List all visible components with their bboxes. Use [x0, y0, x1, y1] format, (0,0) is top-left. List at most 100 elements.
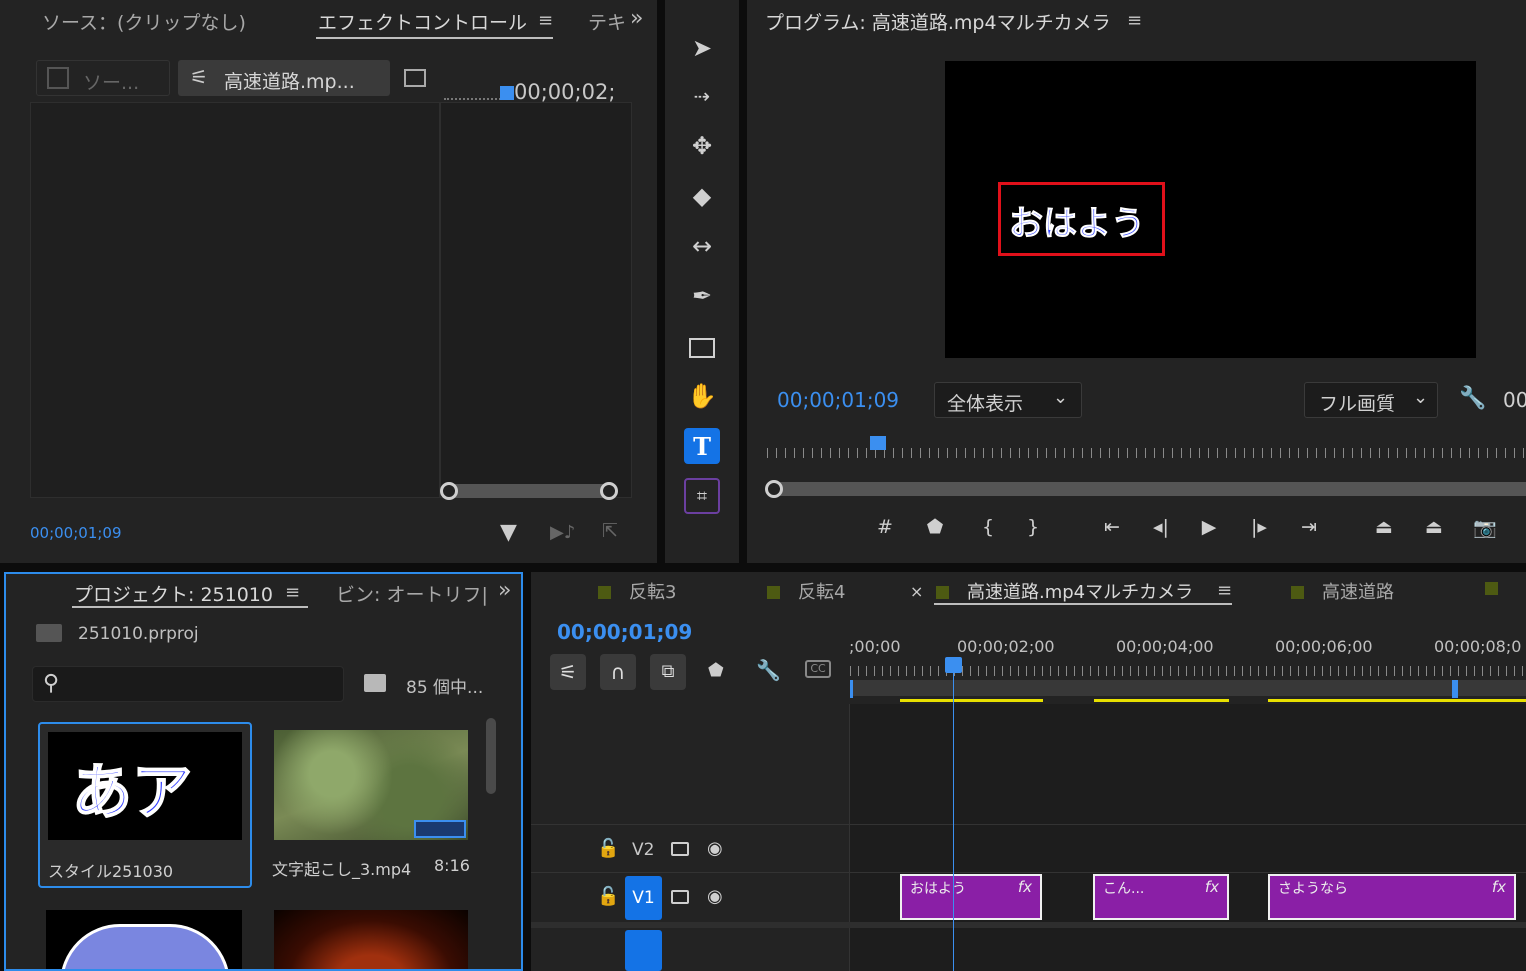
- remix-tool-icon[interactable]: ⌗: [684, 478, 720, 514]
- settings-wrench-icon[interactable]: 🔧: [1459, 386, 1486, 411]
- pen-tool-icon[interactable]: ✒: [684, 278, 720, 314]
- hand-tool-icon[interactable]: ✋: [684, 378, 720, 414]
- project-item-video[interactable]: 文字起こし_3.mp4 8:16: [268, 722, 482, 888]
- track-label-v1[interactable]: V1: [625, 876, 662, 920]
- export-frame-camera-icon[interactable]: 📷: [1470, 512, 1500, 542]
- tab-bin[interactable]: ビン: オートリフ|: [336, 580, 488, 607]
- close-tab-icon[interactable]: ×: [910, 582, 923, 601]
- subtab-clip[interactable]: ⚟ 高速道路.mp...: [178, 60, 390, 96]
- clip[interactable]: こん... fx: [1093, 874, 1229, 920]
- type-tool-icon[interactable]: T: [684, 428, 720, 464]
- fx-badge: fx: [1491, 878, 1506, 896]
- timeline-playhead[interactable]: [945, 657, 962, 673]
- work-area-bar[interactable]: [850, 680, 1526, 696]
- selection-tool-icon[interactable]: ➤: [684, 30, 720, 66]
- overflow-icon[interactable]: »: [498, 578, 511, 603]
- find-bin-icon[interactable]: [364, 674, 386, 692]
- zoom-value: 全体表示: [947, 393, 1024, 415]
- bin-up-icon[interactable]: [36, 624, 62, 642]
- sequence-tab-5[interactable]: [1485, 582, 1498, 595]
- play-icon[interactable]: ▶: [1194, 512, 1224, 542]
- render-bar-3: [1268, 699, 1526, 702]
- overlay-text[interactable]: おはよう: [1009, 196, 1146, 245]
- sequence-tab-3[interactable]: 高速道路.mp4マルチカメラ: [936, 578, 1193, 604]
- program-scrollbar[interactable]: [773, 482, 1526, 496]
- sync-lock-icon[interactable]: [671, 890, 689, 904]
- mini-playhead[interactable]: [500, 86, 514, 100]
- add-marker-icon[interactable]: ⬟: [708, 660, 724, 681]
- fx-badge: fx: [1204, 878, 1219, 896]
- search-input[interactable]: ⚲: [32, 666, 344, 702]
- clip[interactable]: さようなら fx: [1268, 874, 1516, 920]
- toggle-timeline-icon[interactable]: [404, 69, 426, 87]
- active-tab-underline: [934, 603, 1232, 605]
- clip[interactable]: おはよう fx: [900, 874, 1042, 920]
- work-area-out-marker[interactable]: [1452, 680, 1458, 698]
- export-icon[interactable]: ⇱: [602, 520, 618, 542]
- work-area-in-marker[interactable]: [850, 680, 853, 698]
- lift-icon[interactable]: ⏏: [1369, 512, 1399, 542]
- sequence-tab-label: 高速道路: [1322, 582, 1394, 603]
- zoom-select[interactable]: 全体表示 ⌄: [934, 382, 1082, 418]
- timecode[interactable]: 00;00;01;09: [30, 524, 122, 542]
- panel-menu-icon[interactable]: ≡: [285, 582, 300, 603]
- step-back-icon[interactable]: ◂|: [1146, 512, 1176, 542]
- project-item-car[interactable]: [46, 910, 242, 969]
- sequence-tab-4[interactable]: 高速道路: [1291, 578, 1394, 604]
- mark-out-icon[interactable]: }: [1018, 512, 1048, 542]
- tab-source[interactable]: ソース：(クリップなし): [42, 8, 246, 35]
- add-marker-grid-icon[interactable]: #: [870, 512, 900, 542]
- scroll-handle-left[interactable]: [765, 480, 783, 498]
- lock-track-icon[interactable]: 🔓: [597, 886, 619, 907]
- marker-icon[interactable]: ⬟: [920, 512, 950, 542]
- step-forward-icon[interactable]: |▸: [1244, 512, 1274, 542]
- quality-select[interactable]: フル画質 ⌄: [1304, 382, 1438, 418]
- eye-icon[interactable]: ◉: [707, 886, 723, 907]
- snap-magnet-button[interactable]: ∩: [600, 654, 636, 690]
- zoom-handle-left[interactable]: [440, 482, 458, 500]
- subtab-source[interactable]: ソー...: [36, 60, 170, 96]
- zoom-handle-right[interactable]: [600, 482, 618, 500]
- timeline-timecode[interactable]: 00;00;01;09: [557, 620, 692, 644]
- program-timecode[interactable]: 00;00;01;09: [777, 388, 899, 412]
- eye-icon[interactable]: ◉: [707, 838, 723, 859]
- panel-menu-icon[interactable]: ≡: [1217, 580, 1232, 601]
- insert-nest-button[interactable]: ⚟: [550, 654, 586, 690]
- track-label-v2[interactable]: V2: [632, 840, 654, 860]
- effect-properties-area: [30, 102, 440, 498]
- razor-tool-icon[interactable]: ◆: [684, 178, 720, 214]
- ruler-label: ;00;00: [849, 637, 901, 656]
- zoom-scrollbar[interactable]: [448, 484, 610, 498]
- project-scrollbar[interactable]: [486, 718, 496, 794]
- project-item-style[interactable]: あア スタイル251030: [38, 722, 252, 888]
- lock-track-icon[interactable]: 🔓: [597, 838, 619, 859]
- mark-in-icon[interactable]: {: [973, 512, 1003, 542]
- tab-project[interactable]: プロジェクト: 251010: [74, 580, 273, 607]
- project-item-fire[interactable]: [274, 910, 468, 969]
- track-select-forward-tool-icon[interactable]: ⇢: [684, 78, 720, 114]
- filter-icon[interactable]: ▼: [500, 520, 517, 545]
- slip-tool-icon[interactable]: ↔: [684, 228, 720, 264]
- play-audio-icon[interactable]: ▶♪: [550, 522, 575, 543]
- go-to-in-icon[interactable]: ⇤: [1097, 512, 1127, 542]
- track-source-patch[interactable]: [625, 930, 662, 971]
- go-to-out-icon[interactable]: ⇥: [1294, 512, 1324, 542]
- rectangle-tool-icon[interactable]: [684, 330, 720, 366]
- sequence-tab-1[interactable]: 反転3: [598, 578, 676, 604]
- extract-icon[interactable]: ⏏: [1419, 512, 1449, 542]
- tab-text[interactable]: テキ: [588, 8, 626, 35]
- panel-menu-icon[interactable]: ≡: [538, 10, 553, 31]
- tab-effect-controls[interactable]: エフェクトコントロール: [318, 8, 527, 35]
- sync-lock-icon[interactable]: [671, 842, 689, 856]
- program-monitor-title[interactable]: プログラム: 高速道路.mp4マルチカメラ: [765, 8, 1111, 35]
- captions-cc-icon[interactable]: CC: [805, 660, 831, 678]
- item-duration: 8:16: [434, 856, 470, 875]
- timeline-settings-wrench-icon[interactable]: 🔧: [756, 658, 781, 682]
- ripple-edit-tool-icon[interactable]: ✥: [684, 128, 720, 164]
- sequence-tab-2[interactable]: 反転4: [767, 578, 845, 604]
- ruler-label: 00;00;06;00: [1275, 637, 1373, 656]
- program-playhead[interactable]: [870, 436, 886, 450]
- linked-selection-button[interactable]: ⧉: [650, 654, 686, 690]
- overflow-icon[interactable]: »: [630, 6, 643, 31]
- panel-menu-icon[interactable]: ≡: [1127, 10, 1142, 31]
